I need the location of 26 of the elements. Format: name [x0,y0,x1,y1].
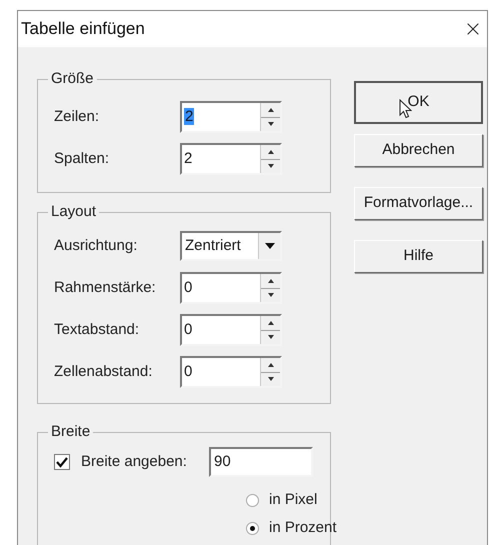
field-value: 0 [184,362,192,380]
spin-field[interactable]: 0 [180,356,282,388]
dialog-button[interactable]: Formatvorlage... [354,187,483,220]
spin-field[interactable]: 0 [180,272,282,304]
radio-label: in Prozent [269,518,337,538]
field-label: Rahmenstärke: [54,278,157,298]
spin-field[interactable]: 0 [180,314,282,346]
field-label: Zeilen: [54,106,100,127]
field-label: Zellenabstand: [54,362,154,382]
spin-field[interactable]: 2 [180,143,282,175]
field-value: 0 [184,278,192,296]
checkbox-label: Breite angeben: [81,452,188,472]
spin-field[interactable]: 2 [180,101,282,133]
dialog-button[interactable]: OK [354,81,483,124]
width-field[interactable]: 90 [209,447,313,477]
dropdown[interactable]: Zentriert [180,231,282,261]
dialog-button[interactable]: Hilfe [354,240,483,273]
dialog-button[interactable]: Abbrechen [354,134,483,167]
field-value: 2 [184,150,192,167]
field-label: Textabstand: [54,320,140,340]
field-label: Ausrichtung: [54,236,138,256]
radio-label: in Pixel [269,490,318,510]
field-value: 0 [184,320,192,338]
field-value: 2 [184,108,194,125]
field-label: Spalten: [54,148,110,169]
window-title: Tabelle einfügen [21,18,145,40]
